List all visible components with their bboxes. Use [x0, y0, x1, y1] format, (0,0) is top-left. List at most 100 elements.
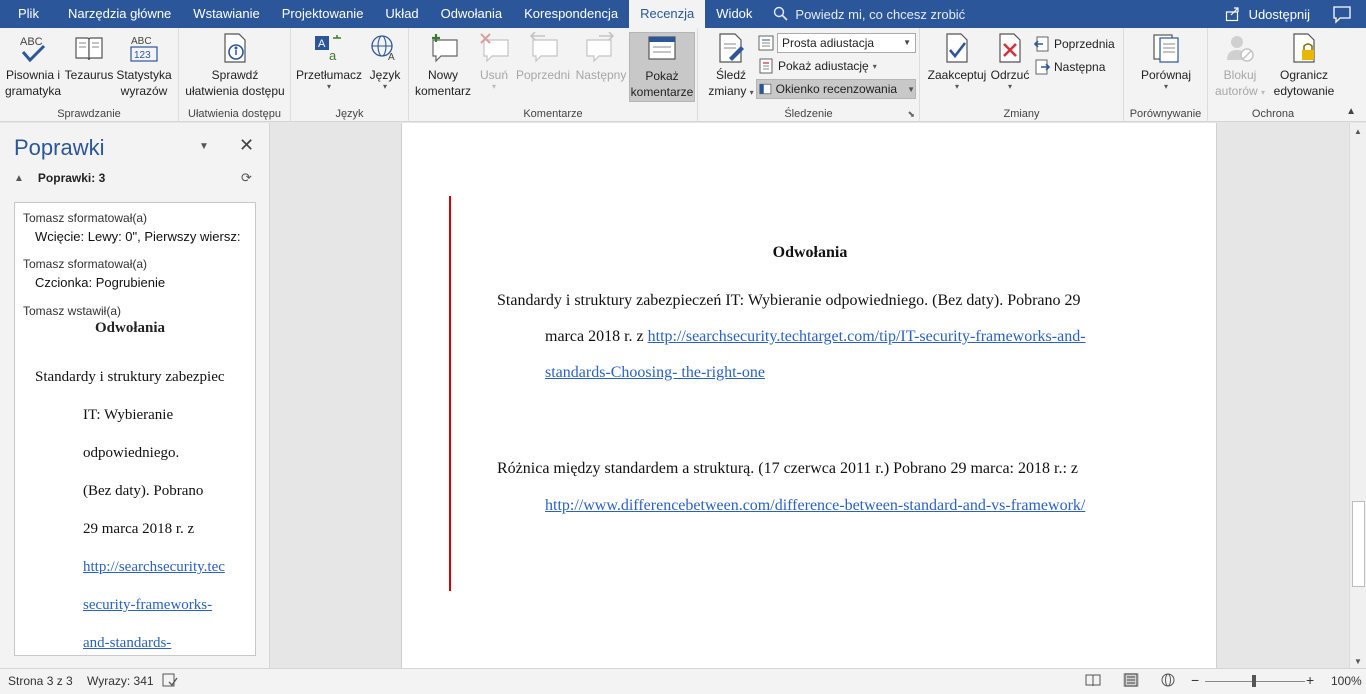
tab-design[interactable]: Projektowanie [271, 0, 375, 28]
page-indicator[interactable]: Strona 3 z 3 [8, 674, 73, 688]
proofing-status-icon[interactable] [162, 672, 178, 691]
svg-text:A: A [318, 38, 326, 50]
tell-me-search[interactable]: Powiedz mi, co chcesz zrobić [773, 6, 965, 22]
tab-view[interactable]: Widok [705, 0, 763, 28]
zoom-level[interactable]: 100% [1331, 674, 1362, 688]
book-icon [75, 37, 103, 61]
refresh-icon[interactable]: ⟳ [241, 170, 252, 186]
reviewing-pane-dropdown-icon: ▼ [907, 84, 915, 94]
group-comments: Nowy komentarz Usuń ▾ Poprzedni Następny… [409, 28, 698, 122]
previous-comment-button[interactable]: Poprzedni [513, 32, 573, 83]
translate-button[interactable]: Aa Przetłumacz ▾ [295, 32, 363, 91]
word-count-icon: ABC 123 [130, 36, 158, 62]
zoom-out-icon[interactable]: − [1191, 672, 1199, 688]
scroll-down-icon[interactable]: ▼ [1354, 657, 1362, 666]
thesaurus-button[interactable]: Tezaurus [64, 32, 114, 83]
group-comments-label: Komentarze [523, 108, 583, 120]
revisions-count[interactable]: ▲ Poprawki: 3 [14, 171, 105, 185]
tab-file[interactable]: Plik [0, 0, 57, 28]
tab-home[interactable]: Narzędzia główne [57, 0, 182, 28]
show-markup-dropdown-icon: ▾ [872, 61, 877, 71]
tab-layout[interactable]: Układ [374, 0, 429, 28]
reference-1-link[interactable]: http://searchsecurity.techtarget.com/tip… [648, 328, 1086, 345]
document-heading: Odwołania [772, 244, 848, 261]
group-protect: Blokuj autorów ▾ Ogranicz edytowanie Och… [1208, 28, 1338, 122]
reviewing-pane-button[interactable]: Okienko recenzowania ▼ [756, 79, 916, 99]
spelling-check-icon: ABC [20, 36, 46, 63]
revision-inserted-text: IT: Wybieranie [83, 407, 174, 423]
translate-label: Przetłumacz [295, 68, 363, 82]
previous-comment-icon [529, 32, 558, 63]
next-change-button[interactable]: Następna [1034, 57, 1105, 77]
tab-mailings[interactable]: Korespondencja [513, 0, 629, 28]
show-comments-button[interactable]: Pokaż komentarze [629, 32, 695, 102]
spelling-button[interactable]: ABC Pisownia i gramatyka [4, 32, 62, 99]
zoom-in-icon[interactable]: + [1306, 672, 1314, 688]
share-icon [1225, 7, 1239, 22]
reviewing-pane-icon [759, 83, 772, 95]
comments-icon[interactable] [1332, 4, 1352, 24]
group-changes: Zaakceptuj ▾ Odrzuć ▾ Poprzednia Następn… [920, 28, 1124, 122]
delete-comment-dropdown-icon: ▾ [491, 82, 496, 91]
scroll-up-icon[interactable]: ▲ [1354, 127, 1362, 136]
compare-button[interactable]: Porównaj ▾ [1134, 32, 1198, 91]
zoom-slider-thumb[interactable] [1252, 675, 1256, 687]
vertical-scrollbar[interactable]: ▲ ▼ [1349, 123, 1366, 668]
revisions-list[interactable]: Tomasz sformatował(a) Wcięcie: Lewy: 0",… [14, 202, 256, 656]
language-label: Język [369, 68, 401, 82]
revision-detail: Wcięcie: Lewy: 0", Pierwszy wiersz: [35, 229, 241, 244]
new-comment-label: Nowy [427, 68, 458, 82]
word-count-label-2: wyrazów [120, 84, 168, 98]
check-accessibility-button[interactable]: Sprawdź ułatwienia dostępu [181, 32, 289, 99]
pane-options-chevron-down-icon[interactable]: ▼ [199, 141, 209, 152]
markup-mode-select[interactable]: Prosta adiustacja ▼ [777, 33, 916, 53]
accept-dropdown-icon: ▾ [954, 82, 959, 91]
spelling-label-2: gramatyka [4, 84, 62, 98]
word-count-indicator[interactable]: Wyrazy: 341 [87, 674, 154, 688]
next-change-icon [1035, 59, 1050, 75]
revision-inserted-link[interactable]: http://searchsecurity.tec [83, 559, 225, 576]
markup-mode-value: Prosta adiustacja [782, 36, 875, 50]
show-comments-icon [648, 36, 676, 60]
show-markup-button[interactable]: Pokaż adiustację ▾ [758, 56, 877, 76]
reject-button[interactable]: Odrzuć ▾ [988, 32, 1032, 91]
group-language: Aa Przetłumacz ▾ A Język ▾ Język [291, 28, 409, 122]
tab-references[interactable]: Odwołania [430, 0, 513, 28]
word-count-button[interactable]: ABC 123 Statystyka wyrazów [114, 32, 174, 99]
chevron-down-icon: ▼ [903, 38, 911, 47]
block-authors-button[interactable]: Blokuj autorów ▾ [1212, 32, 1268, 101]
scrollbar-thumb[interactable] [1352, 501, 1365, 587]
share-button[interactable]: Udostępnij [1225, 0, 1310, 28]
next-comment-button[interactable]: Następny [573, 32, 629, 83]
document-page[interactable]: Odwołania Standardy i struktury zabezpie… [401, 123, 1217, 668]
revision-inserted-link[interactable]: and-standards- [83, 635, 171, 652]
svg-text:ABC: ABC [131, 36, 152, 47]
track-changes-button[interactable]: Śledź zmiany ▾ [704, 32, 758, 101]
close-icon[interactable]: ✕ [239, 135, 254, 156]
collapse-ribbon-icon[interactable]: ▲ [1346, 106, 1356, 117]
group-protect-label: Ochrona [1251, 108, 1295, 120]
tab-insert[interactable]: Wstawianie [182, 0, 270, 28]
reference-1-link-cont[interactable]: standards-Choosing- the-right-one [545, 364, 765, 382]
compare-dropdown-icon: ▾ [1163, 82, 1168, 91]
delete-comment-button[interactable]: Usuń ▾ [475, 32, 513, 91]
block-authors-icon [1227, 36, 1254, 62]
tab-review[interactable]: Recenzja [629, 0, 706, 28]
accept-button[interactable]: Zaakceptuj ▾ [926, 32, 988, 91]
read-mode-icon[interactable] [1085, 673, 1101, 687]
new-comment-button[interactable]: Nowy komentarz [413, 32, 473, 99]
print-layout-icon[interactable] [1123, 673, 1139, 687]
dialog-launcher-icon[interactable]: ⬊ [907, 109, 915, 120]
lock-document-icon [1293, 33, 1315, 63]
web-layout-icon[interactable] [1160, 673, 1176, 687]
revision-inserted-link[interactable]: security-frameworks- [83, 597, 212, 614]
check-accessibility-label-2: ułatwienia dostępu [185, 84, 285, 98]
accessibility-check-icon [224, 33, 246, 63]
reference-2-link[interactable]: http://www.differencebetween.com/differe… [545, 497, 1085, 515]
compare-icon [1153, 34, 1179, 63]
restrict-editing-button[interactable]: Ogranicz edytowanie [1270, 32, 1338, 99]
previous-comment-label: Poprzedni [515, 68, 571, 82]
language-button[interactable]: A Język ▾ [365, 32, 405, 91]
previous-change-button[interactable]: Poprzednia [1034, 34, 1115, 54]
language-globe-icon: A [371, 35, 395, 63]
